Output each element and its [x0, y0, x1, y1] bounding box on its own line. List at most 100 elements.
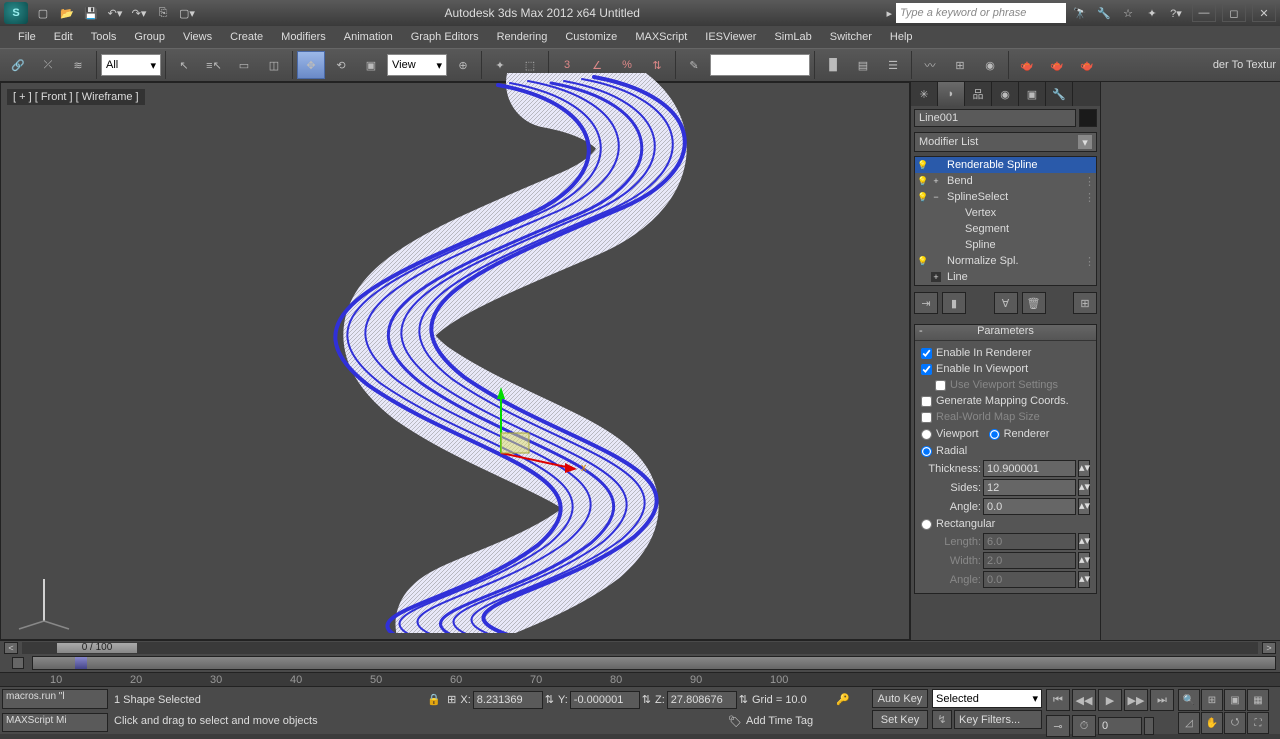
zoom-all-icon[interactable]: ⊞	[1201, 689, 1223, 711]
time-scrub-bar[interactable]: < 0 / 100 >	[0, 640, 1280, 654]
close-button[interactable]: ✕	[1252, 4, 1276, 22]
rectangular-radio[interactable]: Rectangular	[921, 516, 1090, 532]
maximize-button[interactable]: ◻	[1222, 4, 1246, 22]
enable-viewport-checkbox[interactable]: Enable In Viewport	[921, 361, 1090, 377]
zoom-extents-icon[interactable]: ▣	[1224, 689, 1246, 711]
prev-frame-icon[interactable]: ◀◀	[1072, 689, 1096, 711]
mirror-icon[interactable]: ▐▌	[819, 51, 847, 79]
stack-item[interactable]: Spline	[915, 237, 1096, 253]
select-region-icon[interactable]: ▭	[230, 51, 258, 79]
unlink-icon[interactable]: ⤫	[34, 51, 62, 79]
qat-link-icon[interactable]: ⎘	[152, 2, 174, 24]
qat-redo-icon[interactable]: ↷▾	[128, 2, 150, 24]
binoculars-icon[interactable]: 🔭	[1070, 3, 1090, 23]
help-icon[interactable]: ?▾	[1166, 3, 1186, 23]
select-name-icon[interactable]: ≡↖	[200, 51, 228, 79]
tab-hierarchy-icon[interactable]: 品	[965, 82, 992, 106]
qat-drop-icon[interactable]: ▢▾	[176, 2, 198, 24]
key-icon[interactable]: 🔧	[1094, 3, 1114, 23]
script-input[interactable]: macros.run "l	[2, 689, 108, 709]
render-setup-icon[interactable]: 🫖	[1013, 51, 1041, 79]
select-object-icon[interactable]: ↖	[170, 51, 198, 79]
align-icon[interactable]: ▤	[849, 51, 877, 79]
star-icon[interactable]: ☆	[1118, 3, 1138, 23]
stack-item[interactable]: Segment	[915, 221, 1096, 237]
use-viewport-checkbox[interactable]: Use Viewport Settings	[921, 377, 1090, 393]
menu-simlab[interactable]: SimLab	[766, 28, 819, 46]
menu-customize[interactable]: Customize	[557, 28, 625, 46]
goto-end-icon[interactable]: ⏭	[1150, 689, 1174, 711]
curve-editor-icon[interactable]: 〰	[916, 51, 944, 79]
sides-spinner[interactable]: Sides:12▴▾	[921, 478, 1090, 497]
lock-icon[interactable]: 🔒	[427, 693, 443, 706]
trackbar-toggle-icon[interactable]	[12, 657, 24, 669]
bind-icon[interactable]: ≋	[64, 51, 92, 79]
angle-spinner[interactable]: Angle:0.0▴▾	[921, 497, 1090, 516]
qat-new-icon[interactable]: ▢	[32, 2, 54, 24]
time-tag-label[interactable]: Add Time Tag	[746, 715, 866, 727]
track-bar[interactable]	[0, 654, 1280, 672]
gen-mapping-checkbox[interactable]: Generate Mapping Coords.	[921, 393, 1090, 409]
selection-filter-dropdown[interactable]: All▾	[101, 54, 161, 76]
menu-iesviewer[interactable]: IESViewer	[697, 28, 764, 46]
object-name-input[interactable]	[914, 109, 1076, 127]
render-frame-icon[interactable]: 🫖	[1043, 51, 1071, 79]
object-color-swatch[interactable]	[1079, 109, 1097, 127]
stack-item[interactable]: 💡Renderable Spline	[915, 157, 1096, 173]
enable-renderer-checkbox[interactable]: Enable In Renderer	[921, 345, 1090, 361]
scrub-right-icon[interactable]: >	[1262, 642, 1276, 654]
menu-views[interactable]: Views	[175, 28, 220, 46]
pin-stack-icon[interactable]: ⇥	[914, 292, 938, 314]
scrub-left-icon[interactable]: <	[4, 642, 18, 654]
absolute-toggle-icon[interactable]: ⊞	[447, 693, 456, 706]
menu-graph-editors[interactable]: Graph Editors	[403, 28, 487, 46]
menu-group[interactable]: Group	[126, 28, 173, 46]
menu-modifiers[interactable]: Modifiers	[273, 28, 334, 46]
window-crossing-icon[interactable]: ◫	[260, 51, 288, 79]
stack-item[interactable]: 💡Normalize Spl.⋮⋮	[915, 253, 1096, 269]
key-filter-dropdown[interactable]: Selected▾	[932, 689, 1042, 708]
modifier-stack[interactable]: 💡Renderable Spline💡+Bend⋮⋮💡−SplineSelect…	[914, 156, 1097, 286]
comm-center-icon[interactable]: 🔑	[836, 693, 866, 706]
width-spinner[interactable]: Width:2.0▴▾	[921, 551, 1090, 570]
thickness-spinner[interactable]: Thickness:10.900001▴▾	[921, 459, 1090, 478]
key-mode-icon[interactable]: ⊸	[1046, 715, 1070, 737]
qat-open-icon[interactable]: 📂	[56, 2, 78, 24]
schematic-icon[interactable]: ⊞	[946, 51, 974, 79]
maximize-viewport-icon[interactable]: ⛶	[1247, 712, 1269, 734]
qat-undo-icon[interactable]: ↶▾	[104, 2, 126, 24]
viewport-front[interactable]: [ + ] [ Front ] [ Wireframe ]	[0, 82, 910, 640]
tab-create-icon[interactable]: ✳	[911, 82, 938, 106]
next-frame-icon[interactable]: ▶▶	[1124, 689, 1148, 711]
orbit-icon[interactable]: ⭯	[1224, 712, 1246, 734]
search-input[interactable]: Type a keyword or phrase	[896, 3, 1066, 23]
menu-animation[interactable]: Animation	[336, 28, 401, 46]
fov-icon[interactable]: ◿	[1178, 712, 1200, 734]
make-unique-icon[interactable]: ∀	[994, 292, 1018, 314]
configure-sets-icon[interactable]: ⊞	[1073, 292, 1097, 314]
display-viewport-radio[interactable]: Viewport	[921, 426, 979, 442]
tab-display-icon[interactable]: ▣	[1019, 82, 1046, 106]
material-editor-icon[interactable]: ◉	[976, 51, 1004, 79]
tab-utilities-icon[interactable]: 🔧	[1046, 82, 1073, 106]
time-tag-icon[interactable]: 🏷	[728, 715, 742, 728]
menu-tools[interactable]: Tools	[83, 28, 125, 46]
viewport-label[interactable]: [ + ] [ Front ] [ Wireframe ]	[7, 89, 145, 105]
render-production-icon[interactable]: 🫖	[1073, 51, 1101, 79]
menu-switcher[interactable]: Switcher	[822, 28, 880, 46]
coord-x[interactable]: X:8.231369⇅	[460, 691, 554, 709]
menu-help[interactable]: Help	[882, 28, 921, 46]
select-link-icon[interactable]: 🔗	[4, 51, 32, 79]
angle2-spinner[interactable]: Angle:0.0▴▾	[921, 570, 1090, 589]
tab-motion-icon[interactable]: ◉	[992, 82, 1019, 106]
time-indicator[interactable]	[75, 657, 87, 669]
goto-start-icon[interactable]: ⏮	[1046, 689, 1070, 711]
play-icon[interactable]: ▶	[1098, 689, 1122, 711]
app-logo[interactable]: S	[4, 2, 28, 24]
layers-icon[interactable]: ☰	[879, 51, 907, 79]
display-renderer-radio[interactable]: Renderer	[989, 426, 1050, 442]
time-slider-thumb[interactable]: 0 / 100	[57, 643, 137, 653]
radial-radio[interactable]: Radial	[921, 443, 1090, 459]
auto-key-button[interactable]: Auto Key	[872, 689, 928, 708]
stack-item[interactable]: 💡−SplineSelect⋮⋮	[915, 189, 1096, 205]
